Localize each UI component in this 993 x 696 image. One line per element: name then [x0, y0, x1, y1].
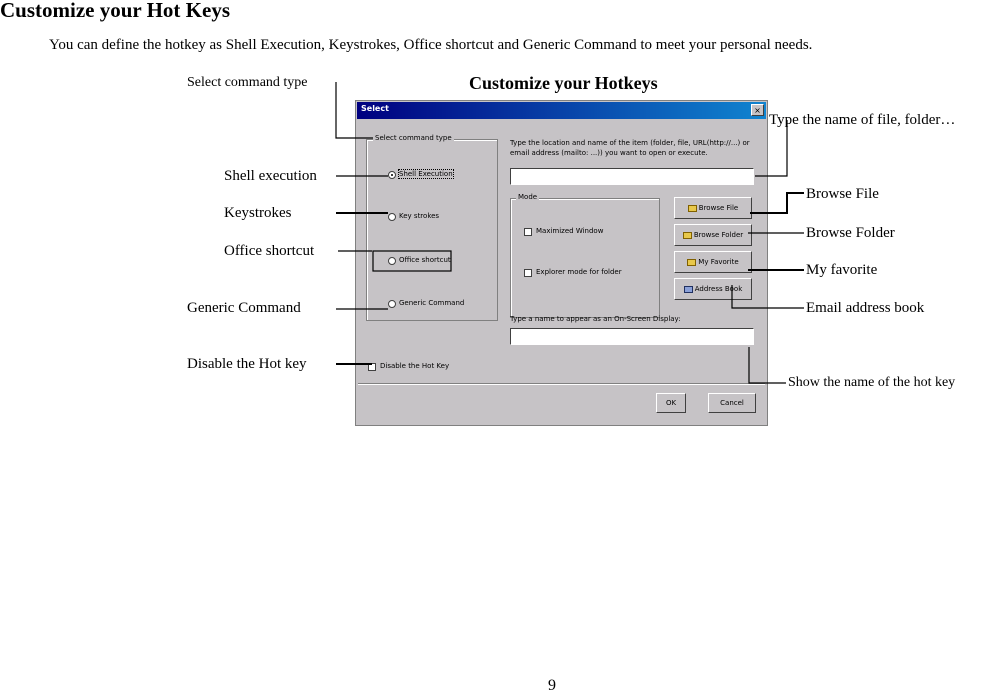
- office-shortcut-highlight: [372, 250, 452, 272]
- page-number: 9: [548, 677, 556, 694]
- callout-keystrokes: Keystrokes: [224, 205, 292, 221]
- callout-select-command-type: Select command type: [187, 75, 308, 90]
- connector-browse-file: [750, 192, 804, 214]
- callout-browse-folder: Browse Folder: [806, 225, 895, 241]
- callout-show-name: Show the name of the hot key: [788, 375, 956, 390]
- callout-shell-execution: Shell execution: [224, 168, 317, 184]
- connector-email-book: [731, 285, 804, 309]
- callout-office-shortcut: Office shortcut: [224, 243, 315, 259]
- callout-my-favorite: My favorite: [806, 262, 878, 278]
- callout-email-address-book: Email address book: [806, 300, 925, 316]
- callout-type-name: Type the name of file, folder…: [769, 112, 956, 128]
- callout-connector-lines: [335, 82, 804, 384]
- connector-show-name: [748, 347, 786, 384]
- callout-disable-hotkey: Disable the Hot key: [187, 356, 307, 372]
- connector-select-type: [335, 82, 373, 139]
- callout-browse-file: Browse File: [806, 186, 879, 202]
- callout-generic-command: Generic Command: [187, 300, 301, 316]
